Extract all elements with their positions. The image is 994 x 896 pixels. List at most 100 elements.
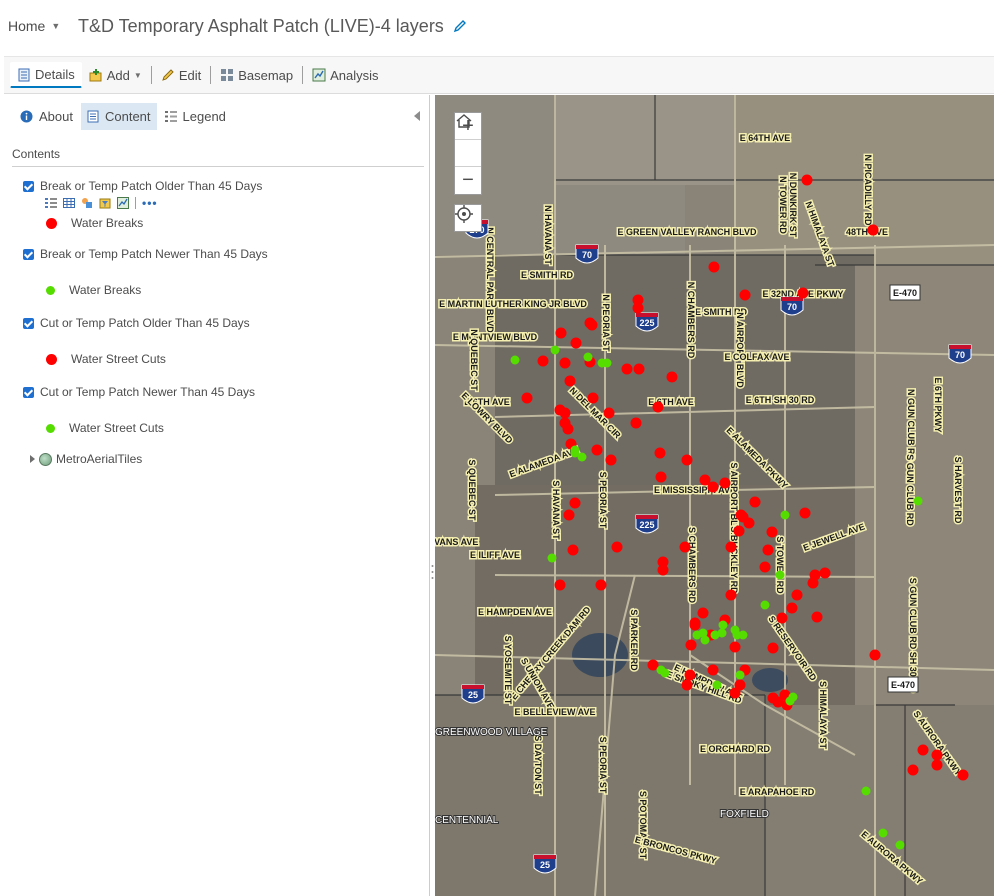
layer-visibility-checkbox[interactable]: [23, 180, 34, 192]
zoom-out-button[interactable]: −: [455, 167, 481, 194]
older-patch-point[interactable]: [521, 392, 533, 404]
older-patch-point[interactable]: [611, 541, 623, 553]
older-patch-point[interactable]: [931, 759, 943, 771]
older-patch-point[interactable]: [931, 749, 943, 761]
newer-patch-point[interactable]: [913, 496, 923, 506]
home-extent-button[interactable]: [455, 114, 481, 167]
older-patch-point[interactable]: [633, 363, 645, 375]
add-button[interactable]: Add ▼: [82, 63, 149, 88]
older-patch-point[interactable]: [685, 639, 697, 651]
older-patch-point[interactable]: [917, 744, 929, 756]
older-patch-point[interactable]: [559, 407, 571, 419]
older-patch-point[interactable]: [776, 612, 788, 624]
home-label[interactable]: Home: [8, 18, 45, 34]
older-patch-point[interactable]: [734, 679, 746, 691]
layer-name[interactable]: Cut or Temp Patch Older Than 45 Days: [40, 316, 250, 330]
older-patch-point[interactable]: [537, 355, 549, 367]
older-patch-point[interactable]: [554, 579, 566, 591]
older-patch-point[interactable]: [679, 541, 691, 553]
older-patch-point[interactable]: [559, 357, 571, 369]
collapse-panel-icon[interactable]: [414, 111, 420, 121]
older-patch-point[interactable]: [766, 526, 778, 538]
older-patch-point[interactable]: [739, 289, 751, 301]
details-button[interactable]: Details: [10, 62, 82, 88]
newer-patch-point[interactable]: [760, 600, 770, 610]
older-patch-point[interactable]: [654, 447, 666, 459]
older-patch-point[interactable]: [759, 561, 771, 573]
older-patch-point[interactable]: [595, 579, 607, 591]
layer-visibility-checkbox[interactable]: [23, 317, 34, 329]
older-patch-point[interactable]: [749, 496, 761, 508]
older-patch-point[interactable]: [657, 564, 669, 576]
older-patch-point[interactable]: [681, 679, 693, 691]
map-canvas[interactable]: E 64TH AVE N PICADILLY RD N TOWER RD N DUNK…: [435, 95, 994, 896]
tab-content[interactable]: Content: [80, 103, 157, 130]
older-patch-point[interactable]: [567, 544, 579, 556]
older-patch-point[interactable]: [867, 224, 879, 236]
older-patch-point[interactable]: [569, 497, 581, 509]
older-patch-point[interactable]: [681, 454, 693, 466]
newer-patch-point[interactable]: [895, 840, 905, 850]
older-patch-point[interactable]: [801, 174, 813, 186]
newer-patch-point[interactable]: [785, 696, 795, 706]
newer-patch-point[interactable]: [780, 510, 790, 520]
older-patch-point[interactable]: [655, 471, 667, 483]
older-patch-point[interactable]: [819, 567, 831, 579]
edit-title-pencil-icon[interactable]: [452, 18, 468, 34]
older-patch-point[interactable]: [786, 602, 798, 614]
older-patch-point[interactable]: [869, 649, 881, 661]
older-patch-point[interactable]: [762, 544, 774, 556]
newer-patch-point[interactable]: [738, 630, 748, 640]
newer-patch-point[interactable]: [510, 355, 520, 365]
newer-patch-point[interactable]: [597, 358, 607, 368]
locate-button[interactable]: [454, 204, 482, 232]
home-menu[interactable]: Home ▼: [8, 18, 60, 34]
older-patch-point[interactable]: [733, 525, 745, 537]
newer-patch-point[interactable]: [712, 680, 722, 690]
older-patch-point[interactable]: [630, 417, 642, 429]
older-patch-point[interactable]: [767, 642, 779, 654]
map-view[interactable]: E 64TH AVE N PICADILLY RD N TOWER RD N DUNK…: [435, 95, 994, 896]
newer-patch-point[interactable]: [878, 828, 888, 838]
newer-patch-point[interactable]: [717, 628, 727, 638]
expand-triangle-icon[interactable]: [30, 455, 35, 463]
older-patch-point[interactable]: [809, 569, 821, 581]
older-patch-point[interactable]: [725, 589, 737, 601]
chevron-down-icon[interactable]: ▼: [51, 21, 60, 31]
older-patch-point[interactable]: [621, 363, 633, 375]
older-patch-point[interactable]: [564, 375, 576, 387]
basemap-layer-item[interactable]: MetroAerialTiles: [30, 452, 142, 466]
newer-patch-point[interactable]: [718, 620, 728, 630]
older-patch-point[interactable]: [957, 769, 969, 781]
older-patch-point[interactable]: [689, 617, 701, 629]
layer-visibility-checkbox[interactable]: [23, 248, 34, 260]
older-patch-point[interactable]: [719, 477, 731, 489]
older-patch-point[interactable]: [586, 319, 598, 331]
analysis-button[interactable]: Analysis: [305, 63, 385, 88]
layer-name[interactable]: Break or Temp Patch Newer Than 45 Days: [40, 247, 268, 261]
older-patch-point[interactable]: [603, 407, 615, 419]
older-patch-point[interactable]: [708, 261, 720, 273]
layer-visibility-checkbox[interactable]: [23, 386, 34, 398]
filter-icon[interactable]: [99, 197, 111, 209]
layer-name[interactable]: Cut or Temp Patch Newer Than 45 Days: [40, 385, 255, 399]
older-patch-point[interactable]: [570, 337, 582, 349]
older-patch-point[interactable]: [729, 641, 741, 653]
more-options-icon[interactable]: •••: [142, 196, 158, 210]
newer-patch-point[interactable]: [577, 452, 587, 462]
older-patch-point[interactable]: [555, 327, 567, 339]
tab-about[interactable]: About: [14, 103, 79, 130]
newer-patch-point[interactable]: [775, 570, 785, 580]
older-patch-point[interactable]: [587, 392, 599, 404]
change-style-icon[interactable]: [81, 197, 93, 209]
older-patch-point[interactable]: [907, 764, 919, 776]
newer-patch-point[interactable]: [550, 345, 560, 355]
older-patch-point[interactable]: [684, 669, 696, 681]
older-patch-point[interactable]: [563, 509, 575, 521]
show-legend-icon[interactable]: [45, 197, 57, 209]
newer-patch-point[interactable]: [861, 786, 871, 796]
older-patch-point[interactable]: [797, 287, 809, 299]
older-patch-point[interactable]: [743, 517, 755, 529]
edit-button[interactable]: Edit: [154, 63, 208, 88]
newer-patch-point[interactable]: [700, 635, 710, 645]
